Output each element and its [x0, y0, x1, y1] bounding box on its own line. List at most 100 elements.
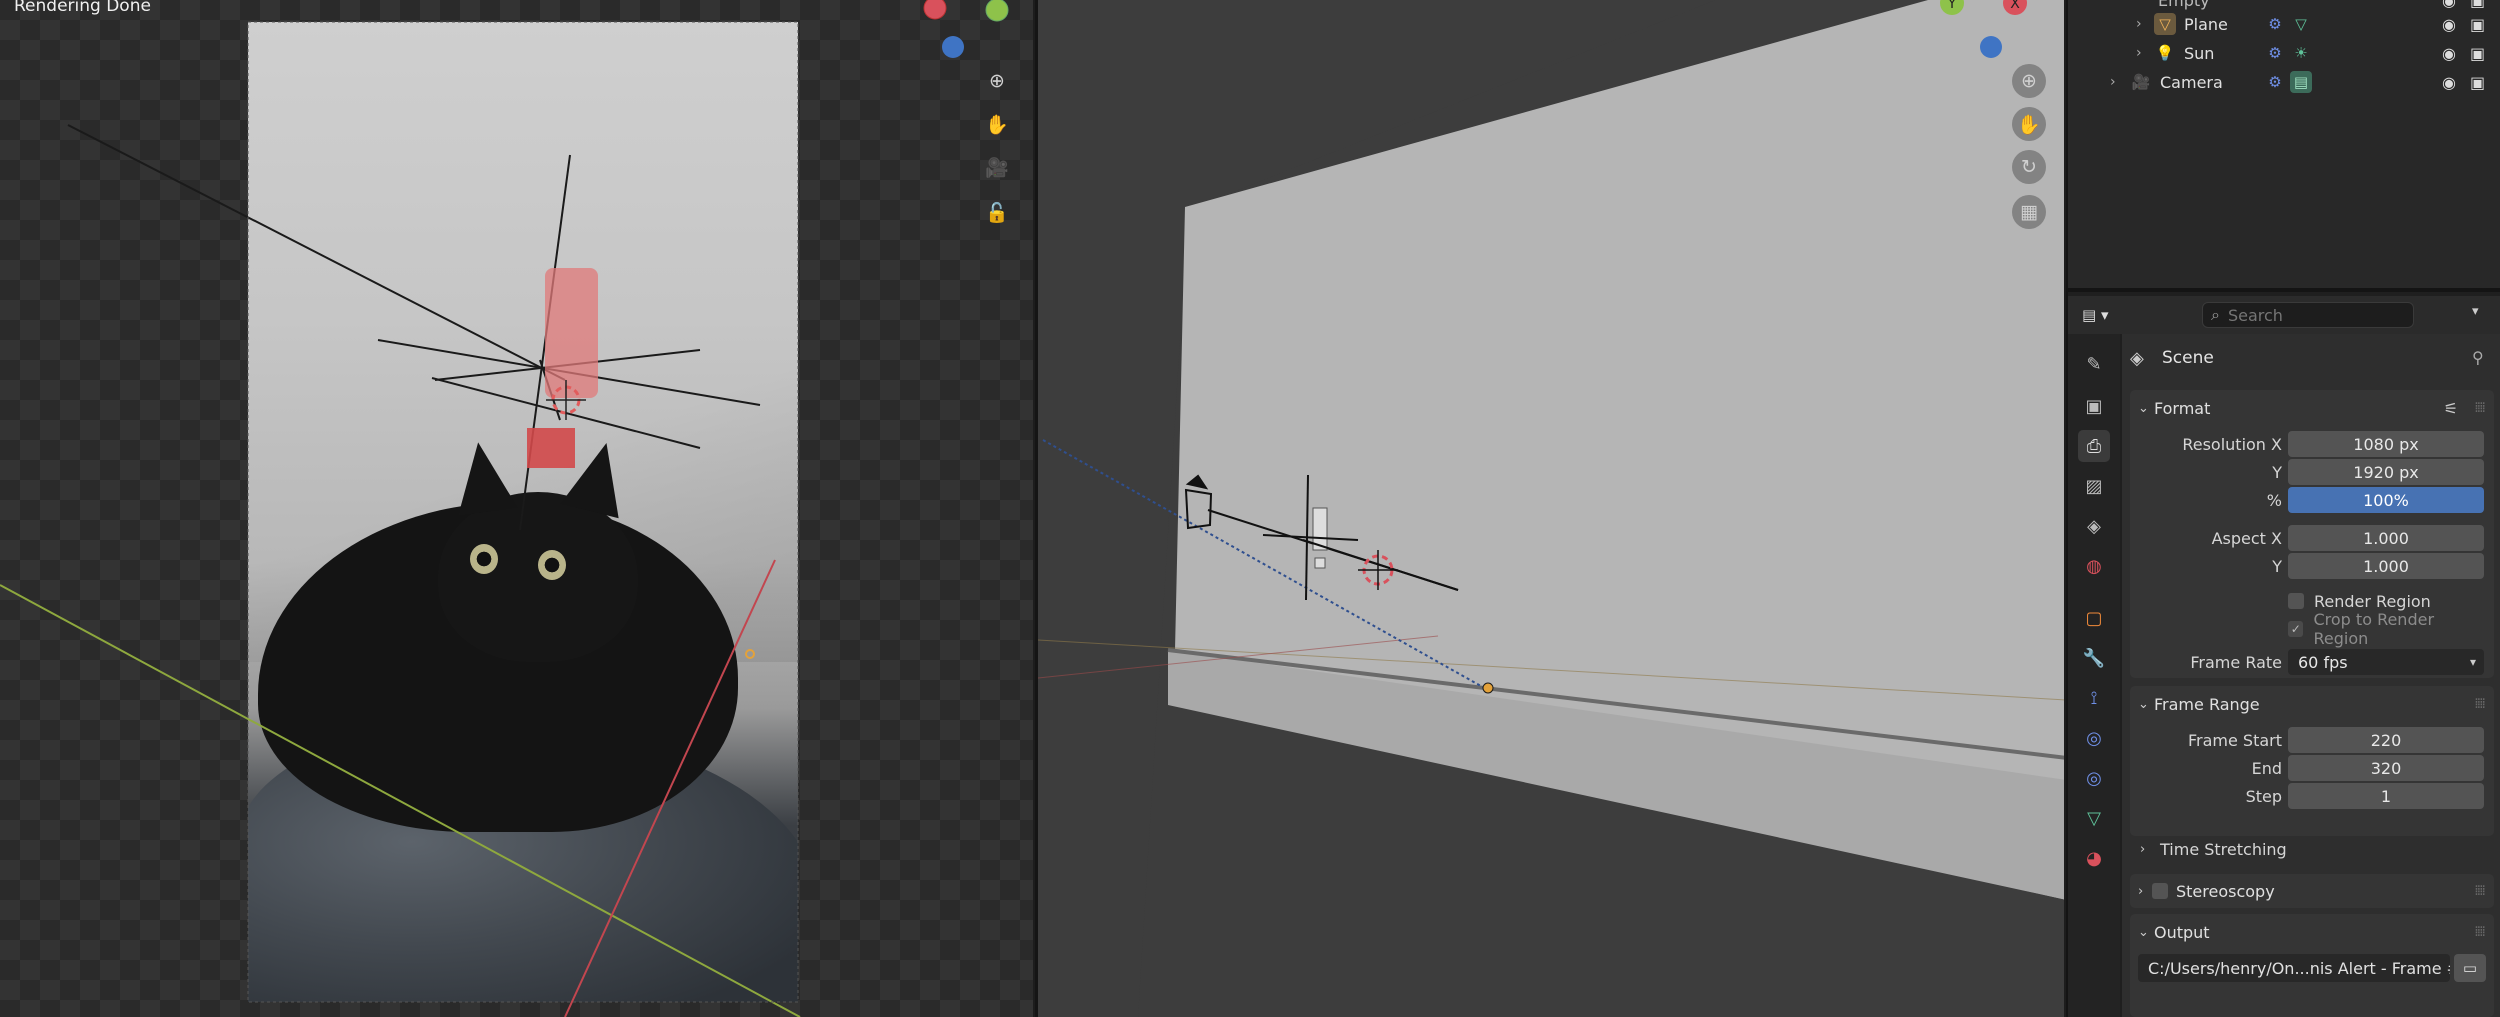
camera-data-icon[interactable]: ▤ — [2290, 71, 2312, 93]
pin-icon[interactable]: ⚲ — [2472, 348, 2484, 367]
aspect-y-row: Y 1.000 — [2130, 552, 2494, 580]
zoom-icon[interactable]: ⊕ — [2012, 64, 2046, 98]
expand-chevron-icon[interactable]: › — [2110, 74, 2116, 90]
grid-icon[interactable]: ▦ — [2012, 195, 2046, 229]
modifier-icon[interactable]: ⚙ — [2264, 71, 2286, 93]
eye-icon[interactable]: ◉ — [2442, 44, 2456, 63]
output-path-field[interactable]: C:/Users/henry/On...nis Alert - Frame # — [2138, 954, 2450, 982]
render-tab-icon[interactable]: ▣ — [2078, 390, 2110, 422]
scene-tab-icon[interactable]: ◈ — [2078, 510, 2110, 542]
field-label: Y — [2272, 557, 2282, 576]
options-chevron-icon[interactable]: ▾ — [2472, 304, 2479, 319]
field-label: Resolution X — [2182, 435, 2282, 454]
properties-search[interactable]: ⌕ — [2202, 302, 2414, 328]
gizmo-z-ball[interactable] — [942, 36, 964, 58]
chevron-down-icon: ⌄ — [2138, 696, 2149, 712]
search-input[interactable] — [2227, 305, 2398, 325]
outliner[interactable]: Empty ◉ ▣ › ▽ Plane ⚙ ▽ ◉ ▣ › 💡 Sun ⚙ ☀ … — [2068, 0, 2500, 292]
chevron-down-icon: ⌄ — [2138, 400, 2149, 416]
zoom-icon[interactable]: ⊕ — [980, 64, 1014, 98]
gizmo-z-ball-3d[interactable] — [1980, 36, 2002, 58]
folder-icon[interactable]: ▭ — [2454, 954, 2486, 982]
material-tab-icon[interactable]: ◕ — [2078, 842, 2110, 874]
render-result-viewport[interactable]: Rendering Done ⊕ ✋ 🎥 🔓 — [0, 0, 1033, 1017]
scene-icon: ◈ — [2130, 348, 2144, 369]
eye-icon[interactable]: ◉ — [2442, 15, 2456, 34]
lock-icon[interactable]: 🔓 — [980, 195, 1014, 229]
modifier-icon[interactable]: ⚙ — [2264, 42, 2286, 64]
render-camera-icon[interactable]: ▣ — [2470, 73, 2485, 92]
world-tab-icon[interactable]: ◍ — [2078, 550, 2110, 582]
constraints-tab-icon[interactable]: ◎ — [2078, 762, 2110, 794]
output-tab-icon[interactable]: ⎙ — [2078, 430, 2110, 462]
time-stretching-subpanel[interactable]: › Time Stretching — [2130, 834, 2478, 864]
render-overlay-lines — [0, 0, 1009, 1017]
camera-object-icon: 🎥 — [2131, 73, 2151, 91]
render-camera-icon[interactable]: ▣ — [2470, 0, 2485, 10]
hand-pan-icon[interactable]: ✋ — [980, 107, 1014, 141]
outliner-row-sun[interactable]: › 💡 Sun ⚙ ☀ ◉ ▣ — [2068, 39, 2500, 67]
frame-start-field[interactable]: 220 — [2288, 727, 2484, 753]
3d-viewport[interactable]: Y X ⊕ ✋ ↻ ▦ — [1035, 0, 2064, 1017]
modifier-icon[interactable]: ⚙ — [2264, 13, 2286, 35]
frame-end-row: End 320 — [2130, 754, 2494, 782]
presets-icon[interactable]: ⚟ — [2444, 399, 2458, 418]
editor-type-dropdown[interactable]: ▤ ▾ — [2082, 302, 2128, 328]
frame-range-panel-header[interactable]: ⌄ Frame Range ⁞⁞⁞⁞ — [2130, 686, 2494, 722]
field-label: Y — [2272, 463, 2282, 482]
drag-grip-icon[interactable]: ⁞⁞⁞⁞ — [2474, 924, 2486, 940]
context-header: ◈ Scene ⚲ — [2122, 334, 2500, 386]
checkbox[interactable] — [2288, 593, 2304, 609]
outliner-label: Empty — [2158, 0, 2210, 10]
properties-content: ◈ Scene ⚲ ⌄ Format ⚟ ⁞⁞⁞⁞ Resolution X 1… — [2122, 334, 2500, 1017]
expand-chevron-icon[interactable]: › — [2136, 45, 2142, 61]
gizmo-y-ball[interactable] — [985, 0, 1009, 22]
stereoscopy-panel-header[interactable]: › Stereoscopy ⁞⁞⁞⁞ — [2130, 874, 2494, 908]
aspect-x-field[interactable]: 1.000 — [2288, 525, 2484, 551]
data-tab-icon[interactable]: ▽ — [2078, 802, 2110, 834]
context-name: Scene — [2162, 348, 2214, 368]
view-layer-tab-icon[interactable]: ▨ — [2078, 470, 2110, 502]
resolution-percent-slider[interactable]: 100% — [2288, 487, 2484, 513]
expand-chevron-icon[interactable]: › — [2136, 16, 2142, 32]
frame-rate-dropdown[interactable]: 60 fps ▾ — [2288, 649, 2484, 675]
orbit-icon[interactable]: ↻ — [2012, 150, 2046, 184]
mesh-data-icon[interactable]: ▽ — [2290, 13, 2312, 35]
output-panel-header[interactable]: ⌄ Output ⁞⁞⁞⁞ — [2130, 914, 2494, 950]
scene-drawing: Y X — [1038, 0, 2064, 1017]
panel-title: Format — [2154, 398, 2211, 418]
drag-grip-icon[interactable]: ⁞⁞⁞⁞ — [2474, 883, 2486, 899]
frame-range-panel: ⌄ Frame Range ⁞⁞⁞⁞ Frame Start 220 End 3… — [2130, 686, 2494, 836]
properties-tabs: ✎ ▣ ⎙ ▨ ◈ ◍ ▢ 🔧 ⟟ ◎ ◎ ▽ ◕ — [2068, 334, 2120, 1017]
modifier-tab-icon[interactable]: 🔧 — [2078, 642, 2110, 674]
object-tab-icon[interactable]: ▢ — [2078, 602, 2110, 634]
drag-grip-icon[interactable]: ⁞⁞⁞⁞ — [2474, 696, 2486, 712]
resolution-x-field[interactable]: 1080 px — [2288, 431, 2484, 457]
sun-data-icon[interactable]: ☀ — [2290, 42, 2312, 64]
outliner-row-camera[interactable]: › 🎥 Camera ⚙ ▤ ◉ ▣ — [2068, 68, 2500, 96]
stereoscopy-panel[interactable]: › Stereoscopy ⁞⁞⁞⁞ — [2130, 874, 2494, 908]
gizmo-x-ball[interactable] — [923, 0, 947, 20]
crop-region-checkbox[interactable]: ✓ Crop to Render Region — [2288, 610, 2488, 648]
checkbox-checked[interactable]: ✓ — [2288, 621, 2304, 637]
hand-pan-icon[interactable]: ✋ — [2012, 107, 2046, 141]
render-camera-icon[interactable]: ▣ — [2470, 44, 2485, 63]
stereoscopy-checkbox[interactable] — [2152, 883, 2168, 899]
resolution-percent-row: % 100% — [2130, 486, 2494, 514]
particles-tab-icon[interactable]: ⟟ — [2078, 682, 2110, 714]
frame-end-field[interactable]: 320 — [2288, 755, 2484, 781]
format-panel-header[interactable]: ⌄ Format ⚟ ⁞⁞⁞⁞ — [2130, 390, 2494, 426]
drag-grip-icon[interactable]: ⁞⁞⁞⁞ — [2474, 400, 2486, 416]
physics-tab-icon[interactable]: ◎ — [2078, 722, 2110, 754]
field-label: End — [2251, 759, 2282, 778]
render-camera-icon[interactable]: ▣ — [2470, 15, 2485, 34]
eye-icon[interactable]: ◉ — [2442, 0, 2456, 10]
frame-step-field[interactable]: 1 — [2288, 783, 2484, 809]
eye-icon[interactable]: ◉ — [2442, 73, 2456, 92]
resolution-y-field[interactable]: 1920 px — [2288, 459, 2484, 485]
camera-view-icon[interactable]: 🎥 — [980, 150, 1014, 184]
outliner-row-plane[interactable]: › ▽ Plane ⚙ ▽ ◉ ▣ — [2068, 10, 2500, 38]
tool-tab-icon[interactable]: ✎ — [2078, 348, 2110, 380]
aspect-y-field[interactable]: 1.000 — [2288, 553, 2484, 579]
chevron-down-icon: ▾ — [2469, 655, 2476, 669]
